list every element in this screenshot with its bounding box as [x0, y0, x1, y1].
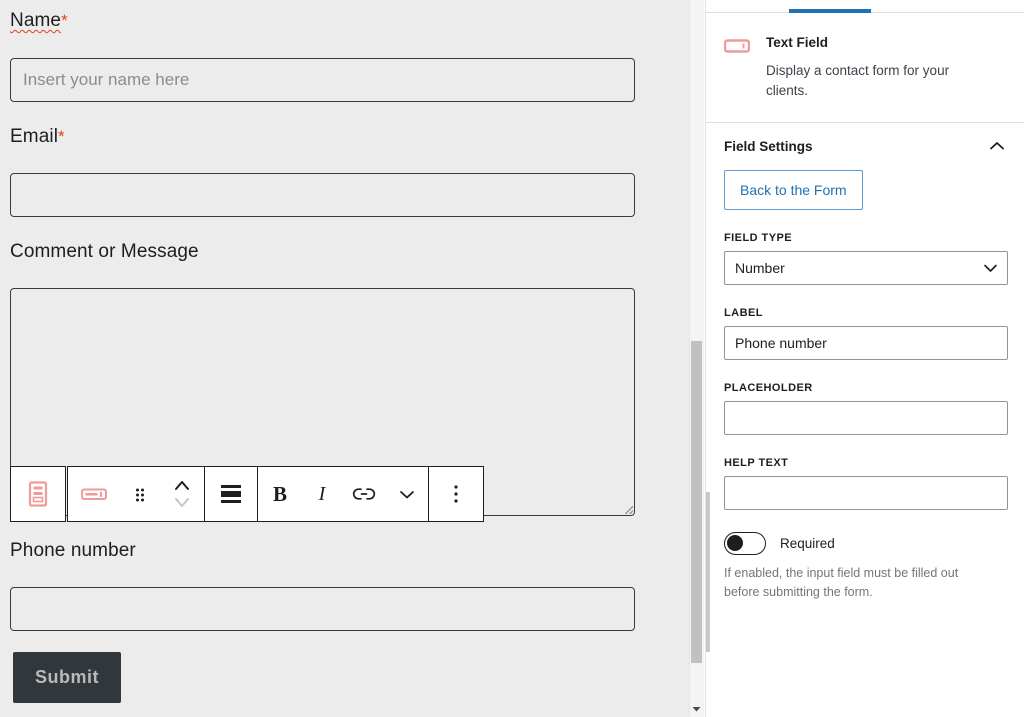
required-toggle-help-text: If enabled, the input field must be fill… — [724, 565, 959, 600]
field-type-select[interactable]: Number — [724, 250, 1008, 285]
required-toggle-label: Required — [780, 535, 835, 551]
chevron-down-icon — [984, 264, 997, 272]
help-text-field-label: HELP TEXT — [724, 456, 789, 469]
block-title: Text Field — [766, 35, 829, 50]
field-group-name: Name* — [10, 10, 68, 32]
block-toolbar-main: B I — [67, 466, 484, 522]
canvas-scrollbar-thumb[interactable] — [691, 341, 702, 663]
email-input[interactable] — [10, 173, 635, 217]
back-to-the-form-button[interactable]: Back to the Form — [724, 169, 863, 210]
field-label-email: Email* — [10, 126, 65, 148]
field-type-value: Number — [735, 259, 785, 276]
select-parent-block-button[interactable] — [10, 466, 66, 522]
phone-input[interactable] — [10, 587, 635, 631]
block-toolbar: B I — [10, 466, 484, 522]
field-settings-panel-header[interactable]: Field Settings — [706, 123, 1024, 170]
more-rich-text-button[interactable] — [386, 467, 428, 521]
help-text-field-input[interactable] — [724, 475, 1008, 510]
field-settings-panel-body: Back to the Form FIELD TYPE Number LABEL… — [706, 169, 1024, 623]
required-toggle-knob — [727, 534, 743, 551]
drag-handle-icon — [136, 488, 144, 502]
placeholder-field-input[interactable] — [724, 400, 1008, 435]
field-type-label: FIELD TYPE — [724, 231, 793, 244]
change-block-type-button[interactable] — [68, 467, 120, 521]
chevron-down-icon — [400, 491, 414, 499]
form-block-icon — [28, 481, 48, 507]
field-label-phone-text: Phone number — [10, 540, 136, 561]
block-card-text: Text Field Display a contact form for yo… — [766, 35, 981, 102]
field-label-phone: Phone number — [10, 540, 136, 562]
move-up-down-icon — [175, 481, 189, 507]
label-field-input[interactable] — [724, 325, 1008, 360]
kebab-menu-icon — [454, 485, 458, 503]
drag-block-handle[interactable] — [120, 467, 160, 521]
insert-link-button[interactable] — [342, 467, 386, 521]
change-alignment-button[interactable] — [205, 467, 257, 521]
italic-icon: I — [318, 482, 326, 505]
bold-button[interactable]: B — [258, 467, 302, 521]
required-marker-name: * — [61, 11, 68, 30]
field-label-email-text: Email — [10, 126, 59, 147]
required-marker-email: * — [58, 127, 65, 146]
name-input[interactable] — [10, 58, 635, 102]
text-field-block-icon — [723, 39, 751, 53]
editor-canvas: Name* Email* Comment or Message Phone nu… — [0, 0, 690, 717]
placeholder-field-label: PLACEHOLDER — [724, 381, 813, 394]
field-group-comment: Comment or Message — [10, 241, 199, 263]
italic-button[interactable]: I — [302, 467, 342, 521]
bold-icon: B — [272, 481, 287, 506]
block-info-card: Text Field Display a contact form for yo… — [706, 13, 1024, 123]
editor-screen: Name* Email* Comment or Message Phone nu… — [0, 0, 1024, 717]
field-label-name-text: Name — [10, 10, 62, 31]
required-toggle[interactable] — [724, 531, 766, 555]
tab-block-active-indicator[interactable] — [789, 9, 871, 13]
field-group-email: Email* — [10, 126, 65, 148]
sidebar-scrollbar-thumb[interactable] — [706, 492, 710, 652]
field-label-comment-text: Comment or Message — [10, 241, 199, 262]
submit-button[interactable]: Submit — [13, 652, 121, 703]
panel-title: Field Settings — [724, 138, 813, 154]
link-icon — [352, 488, 376, 500]
block-card-icon-wrap — [723, 35, 751, 102]
text-field-block-icon — [81, 488, 107, 500]
block-options-button[interactable] — [429, 467, 483, 521]
required-toggle-row: Required — [724, 531, 1006, 555]
align-icon — [221, 485, 241, 503]
label-field-label: LABEL — [724, 306, 763, 319]
field-group-phone: Phone number — [10, 540, 136, 562]
block-description: Display a contact form for your clients. — [766, 63, 950, 99]
scroll-down-arrow-icon[interactable] — [691, 705, 702, 713]
field-label-name: Name* — [10, 10, 68, 32]
chevron-up-icon[interactable] — [988, 140, 1006, 152]
move-block-buttons[interactable] — [160, 467, 204, 521]
field-label-comment: Comment or Message — [10, 241, 199, 263]
sidebar-tabbar — [706, 0, 1024, 13]
block-settings-sidebar: Text Field Display a contact form for yo… — [705, 0, 1024, 717]
